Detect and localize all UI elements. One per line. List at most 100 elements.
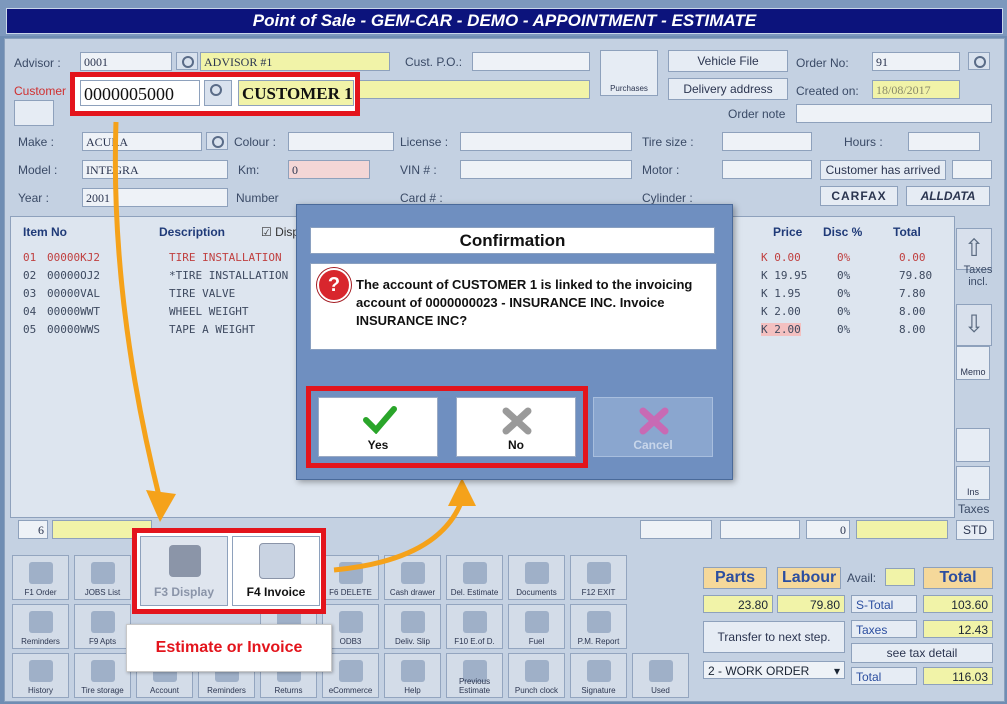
customer-lookup-icon[interactable] xyxy=(204,80,232,106)
avail-label: Avail: xyxy=(847,571,877,585)
col-total: Total xyxy=(893,225,921,239)
footer-zero-field: 0 xyxy=(806,520,850,539)
customer-card-button[interactable] xyxy=(14,100,54,126)
memo-button[interactable]: Memo xyxy=(956,346,990,380)
make-select[interactable]: ACURA xyxy=(82,132,202,151)
toolbar-button[interactable]: Reminders xyxy=(12,604,69,649)
toolbar-button[interactable]: Del. Estimate xyxy=(446,555,503,600)
toolbar-button[interactable]: History xyxy=(12,653,69,698)
license-field[interactable] xyxy=(460,132,632,151)
toolbar-button[interactable]: Cash drawer xyxy=(384,555,441,600)
tire-size-label: Tire size : xyxy=(642,135,694,149)
colour-label: Colour : xyxy=(234,135,277,149)
toolbar-label: Deliv. Slip xyxy=(395,637,430,646)
model-label: Model : xyxy=(18,163,58,177)
toolbar-label: Punch clock xyxy=(514,686,559,695)
toolbar-button[interactable]: Documents xyxy=(508,555,565,600)
motor-field[interactable] xyxy=(722,160,812,179)
purchases-button[interactable]: Purchases xyxy=(600,50,658,96)
advisor-code-field[interactable]: 0001 xyxy=(80,52,172,71)
no-button[interactable]: No xyxy=(456,397,576,457)
toolbar-icon xyxy=(586,611,611,633)
see-tax-detail-button[interactable]: see tax detail xyxy=(851,643,993,663)
toolbar-button[interactable]: F9 Apts xyxy=(74,604,131,649)
advisor-lookup-icon[interactable] xyxy=(176,52,198,70)
order-note-field[interactable] xyxy=(796,104,992,123)
col-disp[interactable]: ☑ Disp xyxy=(261,225,299,239)
make-lookup-icon[interactable] xyxy=(206,132,228,150)
x-icon xyxy=(502,407,532,435)
vin-label: VIN # : xyxy=(400,163,437,177)
toolbar-label: P.M. Report xyxy=(577,637,620,646)
f3-display-button[interactable]: F3 Display xyxy=(140,536,228,606)
license-label: License : xyxy=(400,135,449,149)
order-lookup-icon[interactable] xyxy=(968,52,990,70)
toolbar-icon xyxy=(524,660,549,682)
toolbar-button[interactable]: Previous Estimate xyxy=(446,653,503,698)
toolbar-button[interactable]: Deliv. Slip xyxy=(384,604,441,649)
transfer-next-step-button[interactable]: Transfer to next step. xyxy=(703,621,845,653)
toolbar-label: eCommerce xyxy=(328,686,373,695)
std-button[interactable]: STD xyxy=(956,520,994,540)
cell-n: 01 xyxy=(23,251,37,264)
toolbar-button[interactable]: Fuel xyxy=(508,604,565,649)
created-on-label: Created on: xyxy=(796,84,859,98)
cust-po-field[interactable] xyxy=(472,52,590,71)
cancel-button[interactable]: Cancel xyxy=(593,397,713,457)
alldata-button[interactable]: ALLDATA xyxy=(906,186,990,206)
model-select[interactable]: INTEGRA xyxy=(82,160,228,179)
work-order-select[interactable]: 2 - WORK ORDER ▾ xyxy=(703,661,845,679)
vehicle-file-button[interactable]: Vehicle File xyxy=(668,50,788,72)
toolbar-label: Tire storage xyxy=(81,686,124,695)
cell-total: 79.80 xyxy=(899,269,933,282)
vin-field[interactable] xyxy=(460,160,632,179)
order-no-field: 91 xyxy=(872,52,960,71)
toolbar-icon xyxy=(338,611,363,633)
toolbar-label: History xyxy=(28,686,53,695)
footer-field-2 xyxy=(720,520,800,539)
toolbar-button[interactable]: JOBS List xyxy=(74,555,131,600)
cell-total: 8.00 xyxy=(899,323,926,336)
tire-size-field[interactable] xyxy=(722,132,812,151)
parts-header: Parts xyxy=(703,567,767,589)
toolbar-button[interactable]: Signature xyxy=(570,653,627,698)
parts-value: 23.80 xyxy=(703,595,773,613)
colour-field[interactable] xyxy=(288,132,394,151)
taxes-total-value: 12.43 xyxy=(923,620,993,638)
yes-button[interactable]: Yes xyxy=(318,397,438,457)
toolbar-button[interactable]: Tire storage xyxy=(74,653,131,698)
cell-desc: TIRE VALVE xyxy=(169,287,236,300)
col-disc: Disc % xyxy=(823,225,863,239)
year-label: Year : xyxy=(18,191,49,205)
customer-code-field[interactable]: 0000005000 xyxy=(80,80,200,106)
ins-button[interactable]: Ins xyxy=(956,466,990,500)
motor-label: Motor : xyxy=(642,163,680,177)
hours-field[interactable] xyxy=(908,132,980,151)
delivery-address-button[interactable]: Delivery address xyxy=(668,78,788,100)
move-down-button[interactable]: ⇩ xyxy=(956,304,992,346)
toolbar-label: JOBS List xyxy=(84,588,121,597)
toolbar-button[interactable]: Punch clock xyxy=(508,653,565,698)
toolbar-icon xyxy=(648,660,673,682)
toolbar-button[interactable]: F6 DELETE xyxy=(322,555,379,600)
toolbar-button[interactable]: F10 E.of D. xyxy=(446,604,503,649)
up-arrow-icon: ⇧ xyxy=(963,235,985,262)
toolbar-button[interactable]: F1 Order xyxy=(12,555,69,600)
km-field[interactable]: 0 xyxy=(288,160,370,179)
labour-header: Labour xyxy=(777,567,841,589)
toolbar-button[interactable]: F12 EXIT xyxy=(570,555,627,600)
shape-button[interactable] xyxy=(956,428,990,462)
customer-arrived-button[interactable]: Customer has arrived xyxy=(820,160,946,180)
toolbar-button[interactable]: P.M. Report xyxy=(570,604,627,649)
f4-invoice-label: F4 Invoice xyxy=(246,585,306,599)
toolbar-button[interactable]: Help xyxy=(384,653,441,698)
cell-total: 8.00 xyxy=(899,305,926,318)
km-label: Km: xyxy=(238,163,260,177)
carfax-button[interactable]: CARFAX xyxy=(820,186,898,206)
cell-n: 02 xyxy=(23,269,37,282)
window-title: Point of Sale - GEM-CAR - DEMO - APPOINT… xyxy=(6,8,1003,34)
toolbar-button[interactable]: Used xyxy=(632,653,689,698)
f4-invoice-button[interactable]: F4 Invoice xyxy=(232,536,320,606)
year-field[interactable]: 2001 xyxy=(82,188,228,207)
grand-total-value: 116.03 xyxy=(923,667,993,685)
